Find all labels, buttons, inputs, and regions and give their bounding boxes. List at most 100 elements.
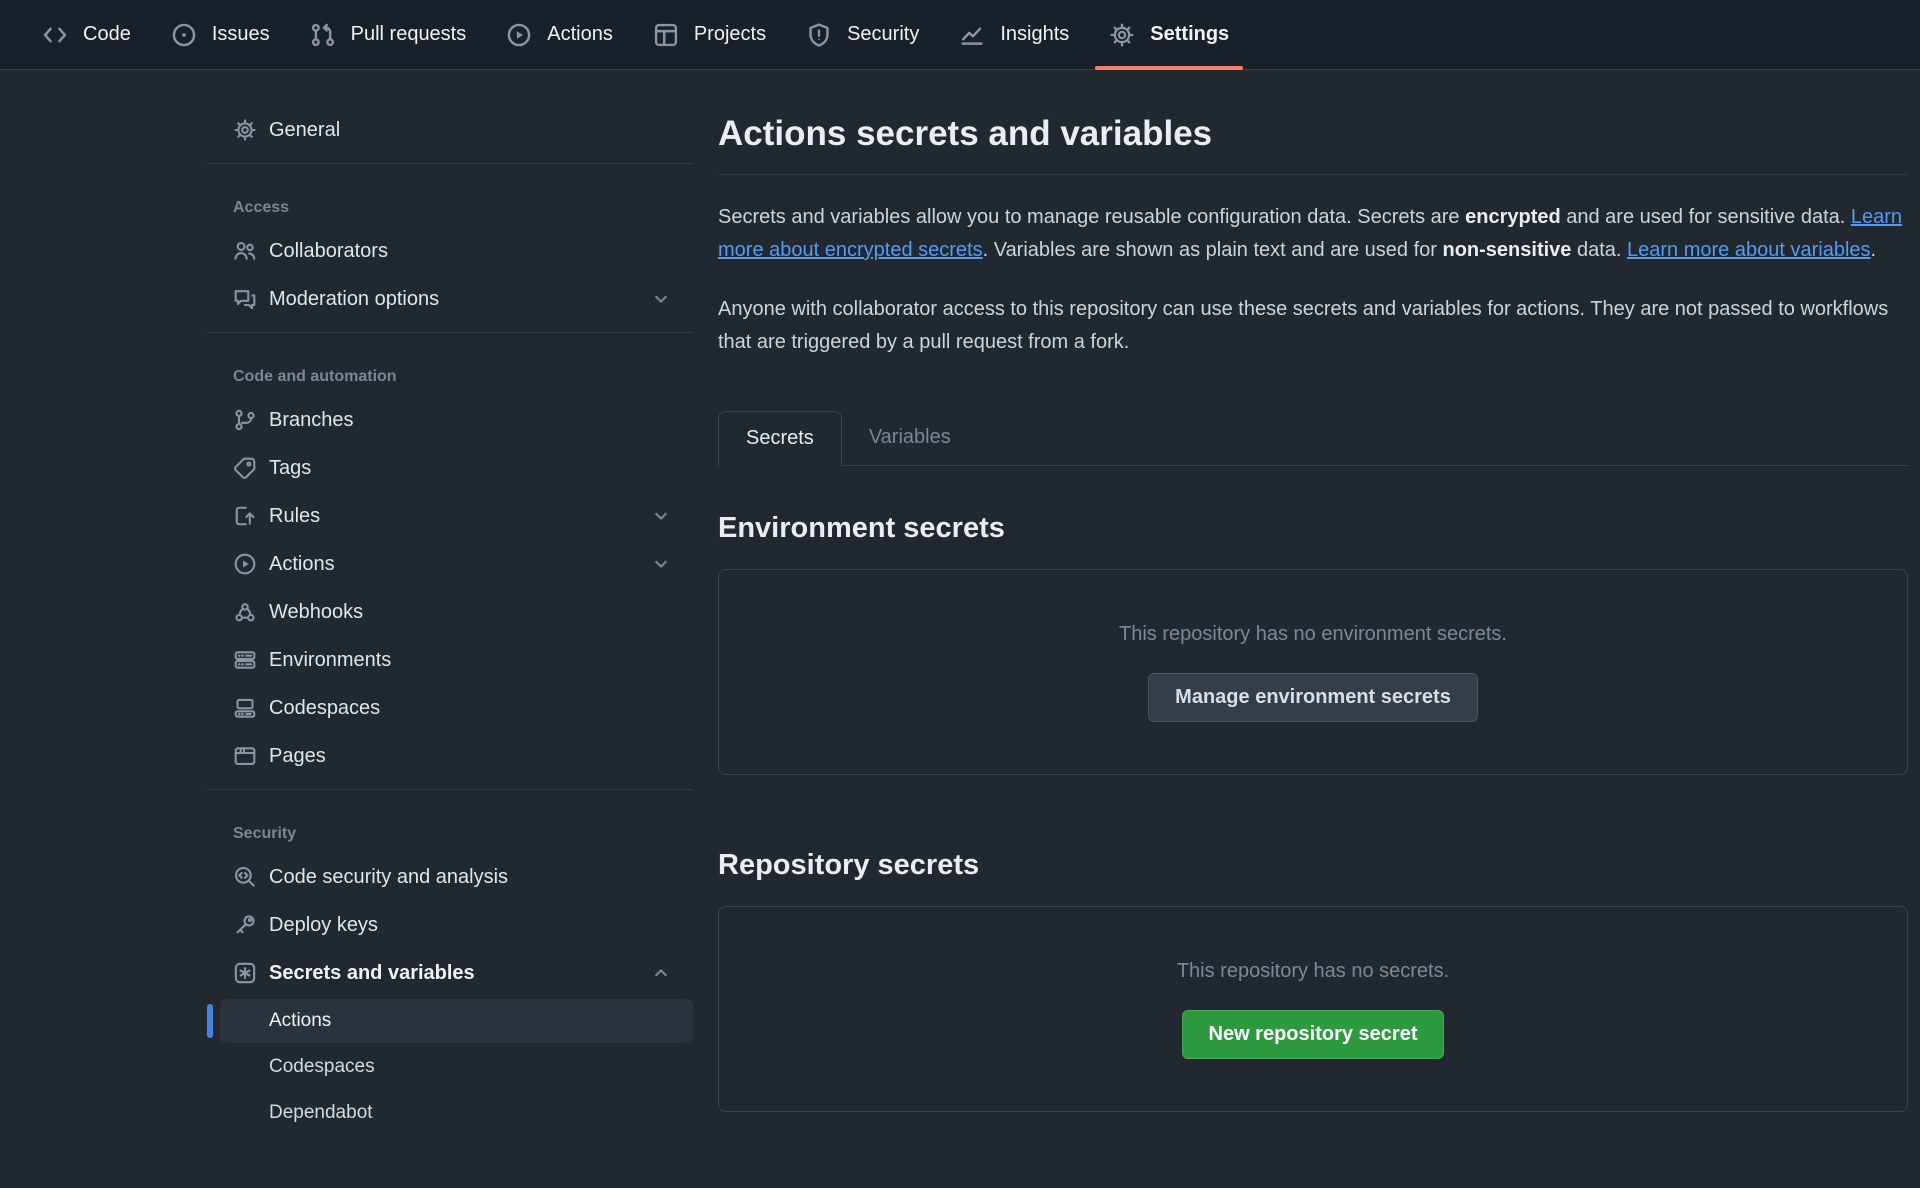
repository-secrets-heading: Repository secrets xyxy=(718,849,1908,882)
environment-secrets-heading: Environment secrets xyxy=(718,512,1908,545)
sidebar-item-actions[interactable]: Actions xyxy=(207,540,693,588)
sidebar-subitem-actions[interactable]: Actions xyxy=(220,999,693,1043)
tab-label: Insights xyxy=(1000,23,1069,46)
codespaces-icon xyxy=(233,696,257,720)
sidebar-item-label: Environments xyxy=(269,649,391,672)
sidebar-item-label: Collaborators xyxy=(269,240,388,263)
sidebar-subitem-label: Codespaces xyxy=(269,1056,375,1078)
pull-request-icon xyxy=(310,22,336,48)
tab-label: Issues xyxy=(212,23,270,46)
server-icon xyxy=(233,648,257,672)
sidebar-item-label: General xyxy=(269,119,340,142)
tab-label: Pull requests xyxy=(351,23,467,46)
play-icon xyxy=(233,552,257,576)
browser-icon xyxy=(233,744,257,768)
table-icon xyxy=(653,22,679,48)
sidebar-item-label: Code security and analysis xyxy=(269,866,508,889)
tab-security[interactable]: Security xyxy=(806,0,919,69)
tab-code[interactable]: Code xyxy=(42,0,131,69)
intro-text: data. xyxy=(1571,239,1627,261)
tab-projects[interactable]: Projects xyxy=(653,0,766,69)
people-icon xyxy=(233,239,257,263)
play-icon xyxy=(506,22,532,48)
asterisk-box-icon xyxy=(233,961,257,985)
gear-icon xyxy=(1109,22,1135,48)
sidebar-item-label: Webhooks xyxy=(269,601,363,624)
main-content: Actions secrets and variables Secrets an… xyxy=(718,70,1908,1112)
sidebar-item-label: Branches xyxy=(269,409,354,432)
divider xyxy=(207,332,693,333)
new-repository-secret-button[interactable]: New repository secret xyxy=(1182,1010,1445,1059)
tab-variables[interactable]: Variables xyxy=(842,411,978,465)
intro-paragraph-2: Anyone with collaborator access to this … xyxy=(718,293,1908,359)
code-icon xyxy=(42,22,68,48)
sidebar-item-tags[interactable]: Tags xyxy=(207,444,693,492)
tab-settings[interactable]: Settings xyxy=(1109,0,1229,69)
chevron-down-icon xyxy=(651,554,671,574)
sidebar-item-label: Actions xyxy=(269,553,335,576)
sidebar-item-rules[interactable]: Rules xyxy=(207,492,693,540)
repository-secrets-empty-text: This repository has no secrets. xyxy=(1177,960,1449,983)
intro-text: . Variables are shown as plain text and … xyxy=(983,239,1443,261)
tab-label: Code xyxy=(83,23,131,46)
sidebar-item-label: Codespaces xyxy=(269,697,380,720)
sidebar-item-label: Deploy keys xyxy=(269,914,378,937)
sidebar-item-label: Tags xyxy=(269,457,311,480)
shield-icon xyxy=(806,22,832,48)
tab-label: Projects xyxy=(694,23,766,46)
intro-paragraph-1: Secrets and variables allow you to manag… xyxy=(718,201,1908,267)
tab-label: Settings xyxy=(1150,23,1229,46)
chevron-down-icon xyxy=(651,506,671,526)
environment-secrets-empty-text: This repository has no environment secre… xyxy=(1119,623,1507,646)
sidebar-item-moderation-options[interactable]: Moderation options xyxy=(207,275,693,323)
sidebar-item-label: Moderation options xyxy=(269,288,439,311)
page-title: Actions secrets and variables xyxy=(718,114,1908,154)
sidebar-item-branches[interactable]: Branches xyxy=(207,396,693,444)
sidebar-subitem-dependabot[interactable]: Dependabot xyxy=(220,1091,693,1135)
sidebar-item-deploy-keys[interactable]: Deploy keys xyxy=(207,901,693,949)
tab-pull-requests[interactable]: Pull requests xyxy=(310,0,467,69)
code-scan-icon xyxy=(233,865,257,889)
settings-sidebar: General Access Collaborators Moderation … xyxy=(207,70,693,1137)
tab-insights[interactable]: Insights xyxy=(959,0,1069,69)
sidebar-item-general[interactable]: General xyxy=(207,106,693,154)
sidebar-item-label: Secrets and variables xyxy=(269,962,475,985)
intro-bold-encrypted: encrypted xyxy=(1465,206,1561,228)
sidebar-section-title-security: Security xyxy=(207,799,693,853)
sidebar-item-code-security[interactable]: Code security and analysis xyxy=(207,853,693,901)
link-learn-variables[interactable]: Learn more about variables xyxy=(1627,239,1870,261)
rules-icon xyxy=(233,504,257,528)
intro-text: and are used for sensitive data. xyxy=(1561,206,1851,228)
webhook-icon xyxy=(233,600,257,624)
intro-bold-non-sensitive: non-sensitive xyxy=(1443,239,1572,261)
divider xyxy=(207,789,693,790)
tab-issues[interactable]: Issues xyxy=(171,0,270,69)
sidebar-subitem-label: Dependabot xyxy=(269,1102,373,1124)
selected-indicator xyxy=(207,1004,213,1038)
chevron-up-icon xyxy=(651,963,671,983)
tab-secrets[interactable]: Secrets xyxy=(718,411,842,466)
tab-label: Actions xyxy=(547,23,613,46)
intro-text: Secrets and variables allow you to manag… xyxy=(718,206,1465,228)
key-icon xyxy=(233,913,257,937)
repo-top-nav: Code Issues Pull requests Actions Projec… xyxy=(0,0,1920,70)
manage-environment-secrets-button[interactable]: Manage environment secrets xyxy=(1148,673,1478,722)
sidebar-item-webhooks[interactable]: Webhooks xyxy=(207,588,693,636)
sidebar-item-environments[interactable]: Environments xyxy=(207,636,693,684)
chevron-down-icon xyxy=(651,289,671,309)
divider xyxy=(718,174,1908,175)
sidebar-subitem-label: Actions xyxy=(269,1010,331,1032)
secrets-variables-tabnav: Secrets Variables xyxy=(718,411,1908,466)
sidebar-item-collaborators[interactable]: Collaborators xyxy=(207,227,693,275)
sidebar-item-codespaces[interactable]: Codespaces xyxy=(207,684,693,732)
sidebar-item-label: Pages xyxy=(269,745,326,768)
tab-label: Security xyxy=(847,23,919,46)
git-branch-icon xyxy=(233,408,257,432)
sidebar-section-title-code-automation: Code and automation xyxy=(207,342,693,396)
tab-actions[interactable]: Actions xyxy=(506,0,613,69)
sidebar-item-secrets-and-variables[interactable]: Secrets and variables xyxy=(207,949,693,997)
issue-opened-icon xyxy=(171,22,197,48)
divider xyxy=(207,163,693,164)
sidebar-item-pages[interactable]: Pages xyxy=(207,732,693,780)
sidebar-subitem-codespaces[interactable]: Codespaces xyxy=(220,1045,693,1089)
